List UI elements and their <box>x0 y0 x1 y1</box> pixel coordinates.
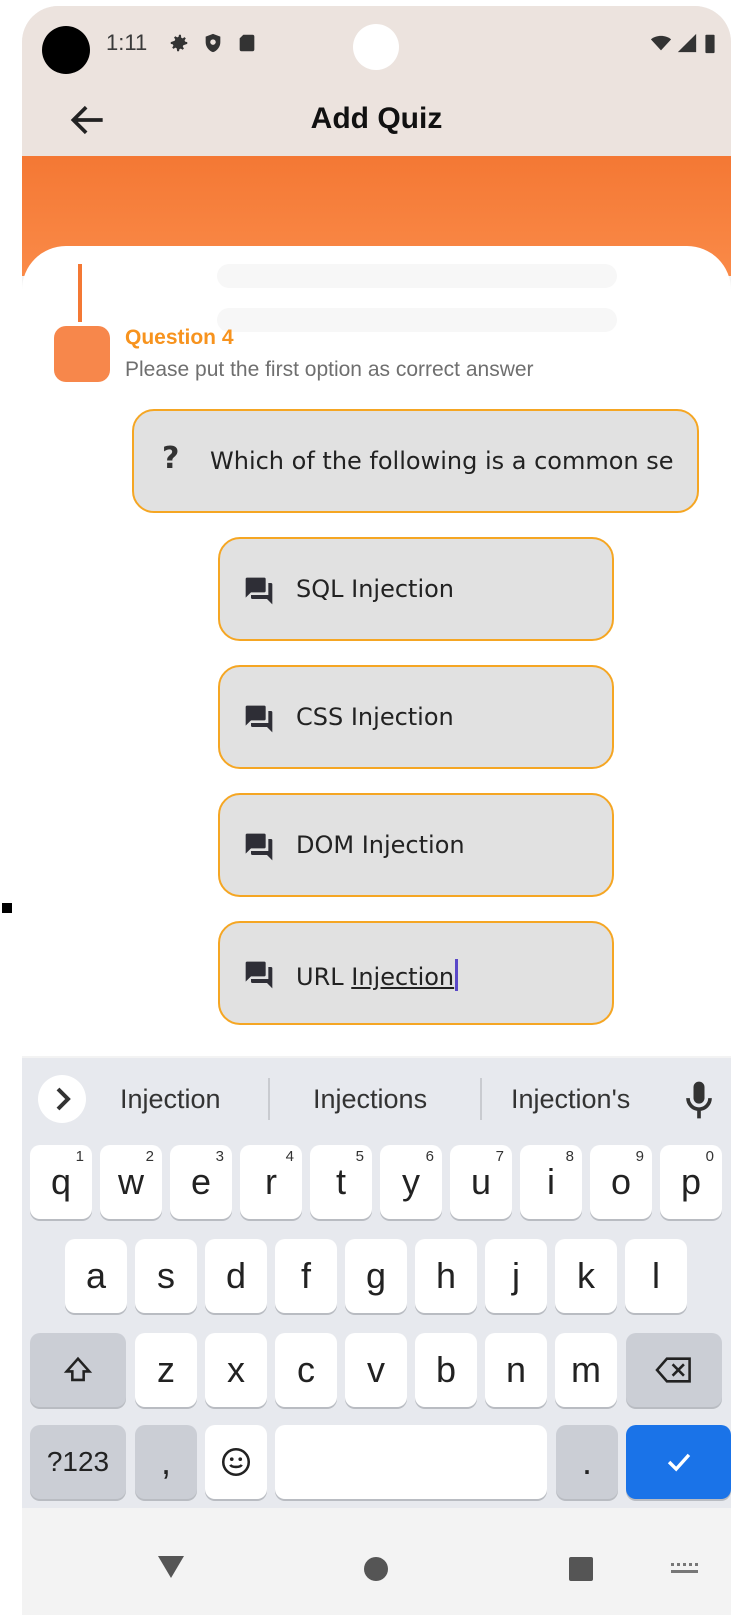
key-p[interactable]: p0 <box>660 1145 722 1219</box>
backspace-icon <box>655 1357 691 1383</box>
shift-key[interactable] <box>30 1333 126 1407</box>
key-o[interactable]: o9 <box>590 1145 652 1219</box>
question-card: Question 4 Please put the first option a… <box>22 246 731 1056</box>
shield-icon <box>205 33 221 53</box>
key-c[interactable]: c <box>275 1333 337 1407</box>
suggestion-item[interactable]: Injection <box>120 1084 221 1115</box>
key-k[interactable]: k <box>555 1239 617 1313</box>
suggestion-item[interactable]: Injections <box>313 1084 427 1115</box>
battery-icon <box>705 34 715 54</box>
keyboard-switch-icon[interactable] <box>670 1562 698 1576</box>
symbols-key[interactable]: ?123 <box>30 1425 126 1499</box>
done-key[interactable] <box>626 1425 731 1499</box>
home-circle-icon[interactable] <box>363 1556 389 1582</box>
key-h[interactable]: h <box>415 1239 477 1313</box>
comma-key[interactable]: , <box>135 1425 197 1499</box>
app-bar: Add Quiz <box>22 86 731 158</box>
space-key[interactable] <box>275 1425 547 1499</box>
key-d[interactable]: d <box>205 1239 267 1313</box>
sd-card-icon <box>239 34 255 52</box>
key-f[interactable]: f <box>275 1239 337 1313</box>
status-time: 1:11 <box>106 30 148 55</box>
forum-icon <box>245 833 273 861</box>
key-s[interactable]: s <box>135 1239 197 1313</box>
edge-marker <box>2 903 12 913</box>
forum-icon <box>245 577 273 605</box>
camera-cutout <box>42 26 90 74</box>
step-indicator <box>54 326 110 382</box>
phone-screen: 1:11 Add Quiz Question 4 Please put the … <box>22 6 731 1615</box>
microphone-icon[interactable] <box>684 1078 714 1122</box>
option-input-focused[interactable]: URL Injection <box>218 921 614 1025</box>
settings-icon <box>170 34 188 52</box>
key-v[interactable]: v <box>345 1333 407 1407</box>
key-t[interactable]: t5 <box>310 1145 372 1219</box>
key-r[interactable]: r4 <box>240 1145 302 1219</box>
forum-icon <box>245 961 273 989</box>
recents-square-icon[interactable] <box>568 1556 594 1582</box>
option-text-composing: Injection <box>351 963 455 991</box>
question-input[interactable]: ? Which of the following is a common se <box>132 409 699 513</box>
key-l[interactable]: l <box>625 1239 687 1313</box>
key-z[interactable]: z <box>135 1333 197 1407</box>
period-key[interactable]: . <box>556 1425 618 1499</box>
key-e[interactable]: e3 <box>170 1145 232 1219</box>
question-mark-icon: ? <box>162 441 180 476</box>
text-cursor <box>455 959 459 991</box>
suggestion-divider <box>268 1078 270 1120</box>
option-input[interactable]: CSS Injection <box>218 665 614 769</box>
front-camera <box>353 24 399 70</box>
question-title: Question 4 <box>125 326 234 349</box>
key-x[interactable]: x <box>205 1333 267 1407</box>
ghost-row <box>217 264 617 288</box>
step-connector <box>78 264 82 322</box>
key-a[interactable]: a <box>65 1239 127 1313</box>
suggestion-divider <box>480 1078 482 1120</box>
keyboard: Injection Injections Injection's q1 w2 e… <box>22 1058 731 1508</box>
suggestion-item[interactable]: Injection's <box>511 1084 630 1115</box>
backspace-key[interactable] <box>626 1333 722 1407</box>
option-text: CSS Injection <box>296 703 454 731</box>
forum-icon <box>245 705 273 733</box>
key-i[interactable]: i8 <box>520 1145 582 1219</box>
key-g[interactable]: g <box>345 1239 407 1313</box>
key-u[interactable]: u7 <box>450 1145 512 1219</box>
navigation-bar <box>22 1508 731 1615</box>
status-bar: 1:11 <box>22 6 731 86</box>
check-icon <box>667 1453 690 1472</box>
option-text: SQL Injection <box>296 575 455 603</box>
key-n[interactable]: n <box>485 1333 547 1407</box>
question-hint: Please put the first option as correct a… <box>125 358 534 381</box>
key-y[interactable]: y6 <box>380 1145 442 1219</box>
chevron-right-icon <box>56 1087 71 1111</box>
wifi-icon <box>650 35 672 51</box>
back-triangle-icon[interactable] <box>156 1554 186 1580</box>
key-w[interactable]: w2 <box>100 1145 162 1219</box>
ghost-row <box>217 308 617 332</box>
key-m[interactable]: m <box>555 1333 617 1407</box>
shift-icon <box>63 1356 93 1382</box>
key-q[interactable]: q1 <box>30 1145 92 1219</box>
option-text: URL Injection <box>296 959 459 991</box>
suggestion-expand-button[interactable] <box>38 1075 86 1123</box>
emoji-key[interactable] <box>205 1425 267 1499</box>
option-text-prefix: URL <box>296 963 352 991</box>
page-title: Add Quiz <box>310 102 443 135</box>
option-input[interactable]: DOM Injection <box>218 793 614 897</box>
option-text: DOM Injection <box>296 831 465 859</box>
key-j[interactable]: j <box>485 1239 547 1313</box>
signal-icon <box>677 33 697 53</box>
key-b[interactable]: b <box>415 1333 477 1407</box>
option-input[interactable]: SQL Injection <box>218 537 614 641</box>
question-text: Which of the following is a common se <box>210 447 674 475</box>
emoji-icon <box>221 1447 251 1477</box>
